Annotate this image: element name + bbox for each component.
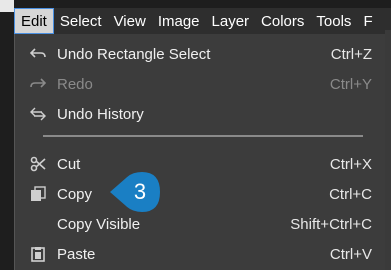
menu-item-undo-shortcut: Ctrl+Z <box>330 45 372 63</box>
menu-colors[interactable]: Colors <box>255 8 310 34</box>
blank-icon-slot <box>29 215 47 233</box>
menu-item-copy-visible-label: Copy Visible <box>57 215 141 233</box>
canvas-corner <box>0 0 14 12</box>
menu-item-redo-shortcut: Ctrl+Y <box>329 75 372 93</box>
menu-item-copy-visible[interactable]: Copy Visible Shift+Ctrl+C <box>15 210 386 238</box>
menu-item-undo-history-label: Undo History <box>57 105 144 123</box>
menubar: Edit Select View Image Layer Colors Tool… <box>14 8 391 34</box>
menu-item-copy-shortcut: Ctrl+C <box>329 185 372 203</box>
menu-select[interactable]: Select <box>54 8 108 34</box>
menu-view[interactable]: View <box>108 8 152 34</box>
cut-icon <box>29 155 47 173</box>
menu-item-copy-label: Copy <box>57 185 93 203</box>
menu-item-redo[interactable]: Redo Ctrl+Y <box>15 70 386 98</box>
menu-item-paste-label: Paste <box>57 245 96 263</box>
menu-item-redo-label: Redo <box>57 75 93 93</box>
paste-icon <box>29 245 47 263</box>
menu-item-paste[interactable]: Paste Ctrl+V <box>15 240 386 268</box>
window-edge <box>385 30 391 270</box>
menu-image[interactable]: Image <box>152 8 206 34</box>
menu-item-undo[interactable]: Undo Rectangle Select Ctrl+Z <box>15 40 386 68</box>
edit-menu-dropdown: Undo Rectangle Select Ctrl+Z Redo Ctrl+Y… <box>14 34 385 270</box>
menu-item-copy-visible-shortcut: Shift+Ctrl+C <box>290 215 372 233</box>
undo-history-icon <box>29 105 47 123</box>
menu-item-cut-shortcut: Ctrl+X <box>329 155 372 173</box>
menu-layer[interactable]: Layer <box>206 8 256 34</box>
menu-item-undo-history[interactable]: Undo History <box>15 100 386 128</box>
step-callout-number: 3 <box>133 179 147 204</box>
redo-icon <box>29 75 47 93</box>
menu-tools[interactable]: Tools <box>310 8 357 34</box>
menu-edit[interactable]: Edit <box>14 8 54 34</box>
menu-item-undo-label: Undo Rectangle Select <box>57 45 211 63</box>
menu-separator <box>43 135 363 137</box>
menu-item-cut-label: Cut <box>57 155 81 173</box>
copy-icon <box>29 185 47 203</box>
undo-icon <box>29 45 47 63</box>
menu-item-cut[interactable]: Cut Ctrl+X <box>15 150 386 178</box>
menu-item-copy[interactable]: Copy Ctrl+C <box>15 180 386 208</box>
menu-filters-partial[interactable]: F <box>357 8 378 34</box>
menu-item-paste-shortcut: Ctrl+V <box>329 245 372 263</box>
